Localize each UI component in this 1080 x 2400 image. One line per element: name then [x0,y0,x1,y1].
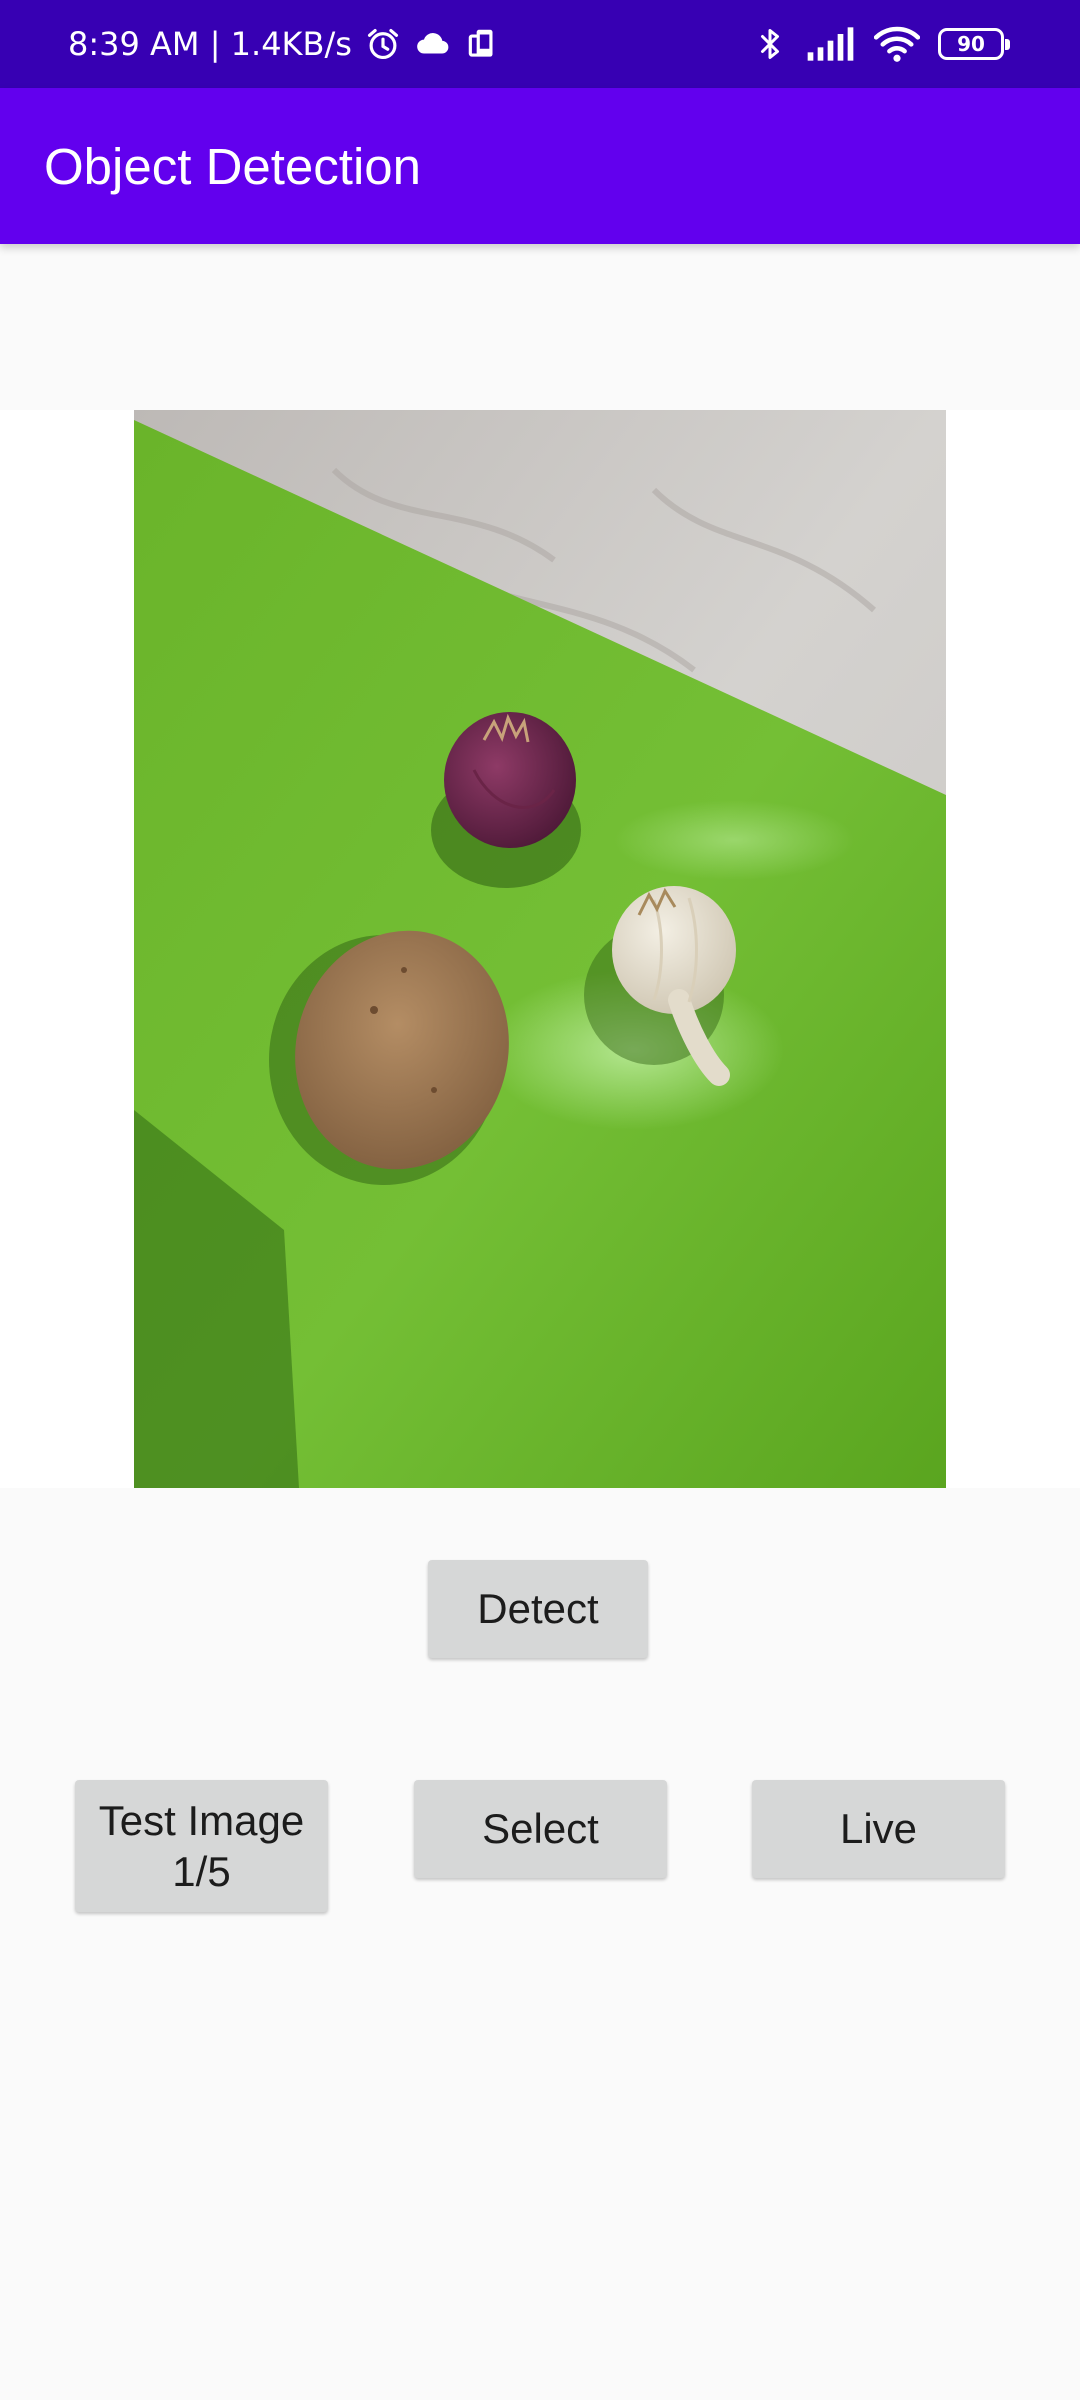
photo-graphic [134,410,946,1488]
wifi-icon [874,26,920,62]
image-panel [0,410,1080,1488]
cloud-icon [417,33,449,54]
test-image-button[interactable]: Test Image 1/5 [75,1780,328,1912]
status-time-network: 8:39 AM | 1.4KB/s [68,25,352,63]
signal-icon [807,27,854,61]
app-title: Object Detection [44,137,422,195]
status-left: 8:39 AM | 1.4KB/s [68,0,502,88]
status-bar: 8:39 AM | 1.4KB/s 90 [0,0,1080,88]
battery-level: 90 [957,32,985,56]
detect-button-label: Detect [477,1585,599,1633]
status-right: 90 [752,0,1010,88]
select-button[interactable]: Select [414,1780,667,1878]
live-button[interactable]: Live [752,1780,1005,1878]
live-button-label: Live [839,1805,918,1853]
device-sync-icon [468,29,493,57]
app-bar: Object Detection [0,88,1080,244]
bluetooth-icon [761,29,779,59]
battery-icon: 90 [938,28,1010,60]
detection-image [134,410,946,1488]
detect-button[interactable]: Detect [428,1560,648,1658]
select-button-label: Select [482,1805,599,1853]
test-image-button-label: Test Image 1/5 [98,1796,305,1895]
alarm-icon [367,28,398,60]
